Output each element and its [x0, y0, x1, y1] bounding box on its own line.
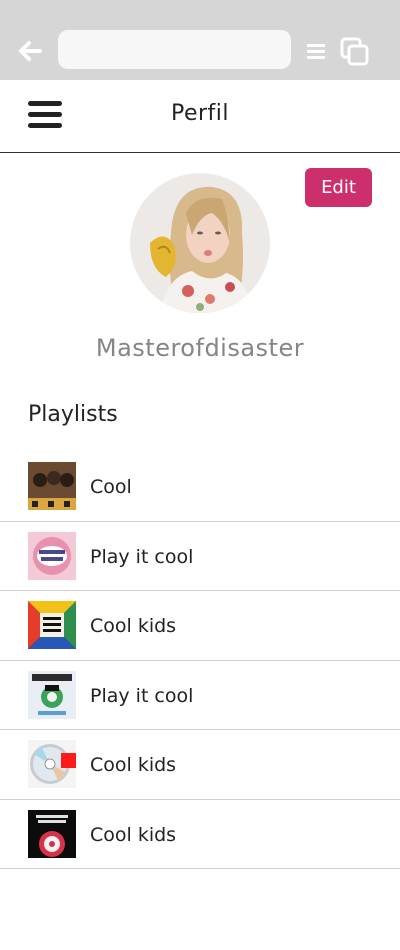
tabs-icon[interactable]	[340, 37, 370, 67]
avatar	[130, 173, 270, 313]
menu-lines-icon[interactable]	[307, 42, 325, 60]
playlist-name: Cool kids	[90, 823, 177, 846]
album-cover	[28, 601, 76, 649]
album-cover	[28, 670, 76, 719]
playlists-heading: Playlists	[28, 402, 118, 427]
playlist-item[interactable]: Play it cool	[0, 522, 400, 591]
playlist-item[interactable]: Play it cool	[0, 661, 400, 730]
playlist-item[interactable]: Cool kids	[0, 730, 400, 800]
avatar-photo	[130, 173, 270, 313]
app-header: Perfil	[0, 80, 400, 153]
album-cover	[28, 809, 76, 858]
playlist-name: Cool kids	[90, 615, 177, 637]
playlist-list: Cool Play it cool Cool kids Play it cool…	[0, 452, 400, 869]
playlist-name: Play it cool	[90, 684, 194, 707]
page-title: Perfil	[170, 101, 230, 126]
url-field[interactable]	[58, 30, 291, 69]
edit-button[interactable]: Edit	[305, 168, 372, 207]
browser-toolbar	[0, 0, 400, 80]
playlist-item[interactable]: Cool	[0, 452, 400, 522]
playlist-name: Cool	[90, 476, 132, 498]
album-cover	[28, 531, 76, 580]
playlist-name: Play it cool	[90, 545, 194, 568]
album-cover	[28, 740, 76, 788]
playlist-item[interactable]: Cool kids	[0, 800, 400, 869]
playlist-item[interactable]: Cool kids	[0, 591, 400, 661]
username: Masterofdisaster	[95, 334, 305, 362]
album-cover	[28, 462, 76, 510]
playlist-name: Cool kids	[90, 754, 177, 776]
back-arrow-icon[interactable]	[16, 38, 42, 64]
